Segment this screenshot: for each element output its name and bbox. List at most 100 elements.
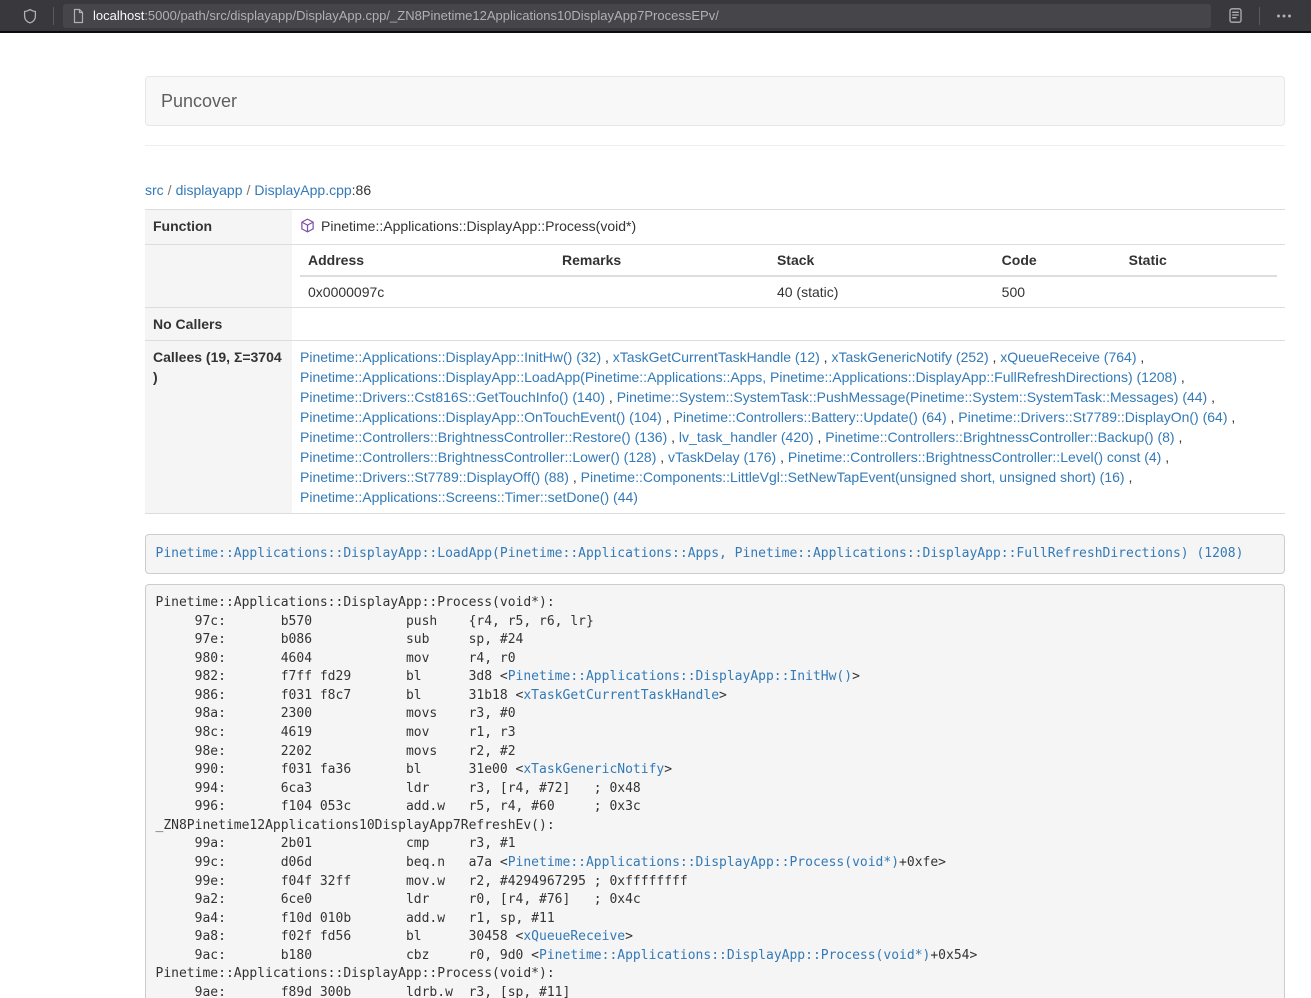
asm-line: 980: 4604 mov r4, r0 [156,650,1275,669]
asm-line: 99c: d06d beq.n a7a <Pinetime::Applicati… [156,854,1275,873]
callees-label: Callees (19, Σ=3704 ) [145,341,292,514]
menu-icon [1275,8,1293,24]
url-host: localhost [93,8,144,23]
callee-link[interactable]: Pinetime::Drivers::St7789::DisplayOff() … [300,469,569,485]
callees-row: Callees (19, Σ=3704 ) Pinetime::Applicat… [145,341,1285,514]
breadcrumb-link[interactable]: DisplayApp.cpp [254,182,351,198]
brand-link[interactable]: Puncover [161,91,237,111]
breadcrumb: src/displayapp/DisplayApp.cpp:86 [145,180,1285,200]
callee-link[interactable]: Pinetime::System::SystemTask::PushMessag… [617,389,1208,405]
callees-cell: Pinetime::Applications::DisplayApp::Init… [292,341,1285,514]
no-callers-row: No Callers [145,308,1285,341]
callee-link[interactable]: vTaskDelay (176) [668,449,776,465]
asm-line: 98e: 2202 movs r2, #2 [156,743,1275,762]
asm-line: Pinetime::Applications::DisplayApp::Proc… [156,594,1275,613]
function-stats-row: Address Remarks Stack Code Static 0x0000… [145,245,1285,308]
callee-link[interactable]: Pinetime::Controllers::Battery::Update()… [674,409,947,425]
callee-link[interactable]: Pinetime::Drivers::Cst816S::GetTouchInfo… [300,389,605,405]
stats-values-row: 0x0000097c 40 (static) 500 [300,276,1277,307]
stats-header-row: Address Remarks Stack Code Static [300,245,1277,276]
stack-value: 40 (static) [769,276,994,307]
page-icon [71,8,86,24]
function-name: Pinetime::Applications::DisplayApp::Proc… [321,218,636,234]
callee-link[interactable]: Pinetime::Controllers::BrightnessControl… [825,429,1174,445]
snippet-link[interactable]: Pinetime::Applications::DisplayApp::Load… [156,546,1244,561]
asm-line: Pinetime::Applications::DisplayApp::Proc… [156,965,1275,984]
asm-line: 99a: 2b01 cmp r3, #1 [156,835,1275,854]
callee-link[interactable]: lv_task_handler (420) [679,429,814,445]
divider [145,145,1285,146]
asm-symbol-link[interactable]: Pinetime::Applications::DisplayApp::Proc… [508,855,899,870]
browser-topbar: localhost:5000/path/src/displayapp/Displ… [0,0,1311,33]
page-content: Puncover src/displayapp/DisplayApp.cpp:8… [145,33,1285,998]
reader-mode-icon [1227,7,1244,24]
disassembly-pre: Pinetime::Applications::DisplayApp::Proc… [145,584,1285,998]
col-header-code: Code [994,245,1121,276]
asm-line: 9ac: b180 cbz r0, 9d0 <Pinetime::Applica… [156,947,1275,966]
asm-line: _ZN8Pinetime12Applications10DisplayApp7R… [156,817,1275,836]
asm-line: 98a: 2300 movs r3, #0 [156,705,1275,724]
callee-link[interactable]: xQueueReceive (764) [1000,349,1136,365]
url-path: :5000/path/src/displayapp/DisplayApp.cpp… [144,8,719,23]
asm-symbol-link[interactable]: Pinetime::Applications::DisplayApp::Init… [508,669,852,684]
topbar-divider [53,7,54,25]
asm-line: 990: f031 fa36 bl 31e00 <xTaskGenericNot… [156,761,1275,780]
callee-link[interactable]: Pinetime::Drivers::St7789::DisplayOn() (… [958,409,1227,425]
callee-link[interactable]: Pinetime::Controllers::BrightnessControl… [300,449,656,465]
asm-line: 9ae: f89d 300b ldrb.w r3, [sp, #11] [156,984,1275,998]
no-callers-cell [292,308,1285,341]
asm-line: 99e: f04f 32ff mov.w r2, #4294967295 ; 0… [156,873,1275,892]
col-header-address: Address [300,245,554,276]
asm-symbol-link[interactable]: xQueueReceive [523,929,625,944]
breadcrumb-link[interactable]: displayapp [176,182,243,198]
function-table: Function Pinetime::Applications::Display… [145,209,1285,514]
reader-mode-button[interactable] [1221,7,1250,24]
snippet-pre: Pinetime::Applications::DisplayApp::Load… [145,534,1285,574]
callee-link[interactable]: xTaskGetCurrentTaskHandle (12) [613,349,820,365]
shield-icon [22,8,38,24]
function-name-cell: Pinetime::Applications::DisplayApp::Proc… [292,210,1285,245]
callee-link[interactable]: Pinetime::Components::LittleVgl::SetNewT… [581,469,1125,485]
asm-symbol-link[interactable]: xTaskGetCurrentTaskHandle [523,688,719,703]
static-value [1121,276,1277,307]
stats-table: Address Remarks Stack Code Static 0x0000… [300,245,1277,307]
asm-line: 986: f031 f8c7 bl 31b18 <xTaskGetCurrent… [156,687,1275,706]
breadcrumb-line-number: :86 [352,182,371,198]
breadcrumb-link[interactable]: src [145,182,164,198]
asm-line: 98c: 4619 mov r1, r3 [156,724,1275,743]
col-header-static: Static [1121,245,1277,276]
breadcrumb-separator: / [164,182,176,198]
callee-link[interactable]: Pinetime::Applications::DisplayApp::Load… [300,369,1177,385]
col-header-remarks: Remarks [554,245,769,276]
callee-link[interactable]: xTaskGenericNotify (252) [831,349,988,365]
callee-link[interactable]: Pinetime::Controllers::BrightnessControl… [788,449,1161,465]
topbar-divider-2 [1259,7,1260,25]
function-label: Function [145,210,292,245]
no-callers-label: No Callers [145,308,292,341]
asm-line: 9a4: f10d 010b add.w r1, sp, #11 [156,910,1275,929]
remarks-value [554,276,769,307]
callee-link[interactable]: Pinetime::Applications::Screens::Timer::… [300,489,638,505]
package-icon [300,218,315,238]
asm-line: 982: f7ff fd29 bl 3d8 <Pinetime::Applica… [156,668,1275,687]
asm-line: 996: f104 053c add.w r5, r4, #60 ; 0x3c [156,798,1275,817]
callee-link[interactable]: Pinetime::Applications::DisplayApp::Init… [300,349,601,365]
col-header-stack: Stack [769,245,994,276]
callee-link[interactable]: Pinetime::Controllers::BrightnessControl… [300,429,667,445]
url-bar[interactable]: localhost:5000/path/src/displayapp/Displ… [63,4,1211,28]
empty-label-cell [145,245,292,308]
asm-line: 97e: b086 sub sp, #24 [156,631,1275,650]
menu-button[interactable] [1269,8,1299,24]
asm-line: 994: 6ca3 ldr r3, [r4, #72] ; 0x48 [156,780,1275,799]
shield-button[interactable] [16,8,44,24]
asm-symbol-link[interactable]: xTaskGenericNotify [523,762,664,777]
code-value: 500 [994,276,1121,307]
asm-line: 9a8: f02f fd56 bl 30458 <xQueueReceive> [156,928,1275,947]
asm-symbol-link[interactable]: Pinetime::Applications::DisplayApp::Proc… [539,948,930,963]
stats-cell: Address Remarks Stack Code Static 0x0000… [292,245,1285,308]
breadcrumb-separator: / [243,182,255,198]
function-row: Function Pinetime::Applications::Display… [145,210,1285,245]
callee-link[interactable]: Pinetime::Applications::DisplayApp::OnTo… [300,409,662,425]
asm-line: 9a2: 6ce0 ldr r0, [r4, #76] ; 0x4c [156,891,1275,910]
app-navbar: Puncover [145,76,1285,126]
